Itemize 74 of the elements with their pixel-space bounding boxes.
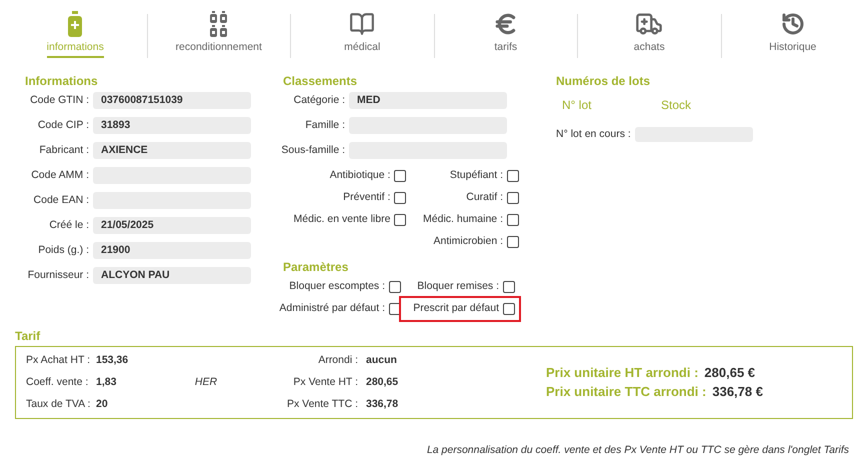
column-header: Stock: [661, 97, 692, 114]
tab[interactable]: tarifs: [492, 10, 519, 58]
field-value: 280,65: [366, 374, 398, 390]
field-label: Famille :: [304, 118, 346, 133]
field-label: N° lot en cours :: [556, 127, 632, 142]
field-value: 336,78: [366, 396, 398, 412]
field-label: Code GTIN :: [29, 92, 90, 108]
field-label: Coeff. vente :: [26, 374, 90, 390]
input-field[interactable]: 21/05/2025: [93, 217, 251, 234]
field-label: Code AMM :: [30, 168, 90, 183]
section-title: Numéros de lots: [556, 73, 652, 88]
field-label: Taux de TVA :: [26, 396, 92, 412]
checkbox[interactable]: [503, 303, 515, 315]
bottle-icon: [67, 11, 84, 37]
input-field[interactable]: AXIENCE: [93, 142, 251, 159]
tab[interactable]: Historique: [769, 10, 816, 58]
checkbox-label: Bloquer escomptes :: [289, 279, 385, 294]
checkbox-label: Administré par défaut :: [279, 301, 385, 316]
total-label: Prix unitaire HT arrondi :: [546, 364, 700, 382]
tab[interactable]: reconditionnement: [176, 10, 262, 58]
coefficient-note: HER: [194, 374, 218, 390]
checkbox-label: Préventif :: [343, 190, 390, 206]
checkbox-label: Bloquer remises :: [417, 279, 499, 294]
field-value: aucun: [366, 352, 397, 368]
tab[interactable]: achats: [634, 10, 665, 58]
checkbox[interactable]: [507, 214, 519, 226]
input-field[interactable]: MED: [349, 92, 507, 109]
section-title: Paramètres: [283, 259, 350, 274]
checkbox[interactable]: [394, 214, 406, 226]
total-value: 280,65 €: [704, 364, 756, 382]
field-label: Poids (g.) :: [37, 242, 90, 258]
input-field[interactable]: 21900: [93, 242, 251, 259]
input-field[interactable]: ALCYON PAU: [93, 267, 251, 284]
total-value: 336,78 €: [712, 383, 763, 402]
tab[interactable]: médical: [344, 10, 380, 58]
field-label: Px Vente HT :: [292, 374, 359, 390]
checkbox[interactable]: [507, 170, 519, 182]
checkbox-label: Antimicrobien :: [434, 234, 503, 250]
field-label: Catégorie :: [292, 92, 346, 108]
field-label: Fournisseur :: [26, 268, 90, 283]
input-field[interactable]: 31893: [93, 117, 251, 134]
history-icon: [780, 12, 805, 36]
field-label: Code CIP :: [36, 118, 90, 133]
checkbox-label: Médic. humaine :: [423, 212, 503, 228]
field-label: Code EAN :: [32, 192, 90, 208]
checkbox[interactable]: [507, 236, 519, 248]
total-label: Prix unitaire TTC arrondi :: [546, 383, 708, 402]
checkbox[interactable]: [394, 170, 406, 182]
field-value: 20: [96, 396, 109, 412]
checkbox-label: Curatif :: [466, 190, 503, 206]
field-label: Créé le :: [48, 218, 90, 233]
field-label: Sous-famille :: [280, 142, 346, 158]
footer-note: La personnalisation du coeff. vente et des Px Vente HT ou TTC se gère dans l'onglet Tarifs: [426, 443, 849, 458]
checkbox-label: Prescrit par défaut: [413, 301, 499, 316]
section-title: Tarif: [15, 330, 42, 343]
bottles-icon: [210, 11, 228, 37]
checkbox[interactable]: [503, 281, 515, 293]
section-title: Classements: [283, 73, 358, 88]
checkbox[interactable]: [394, 192, 406, 204]
field-label: Fabricant :: [38, 142, 90, 158]
input-field[interactable]: 03760087151039: [93, 92, 251, 109]
field-value: 1,83: [96, 374, 118, 390]
column-header: N° lot: [562, 97, 592, 114]
checkbox[interactable]: [507, 192, 519, 204]
checkbox[interactable]: [389, 281, 401, 293]
field-value: 153,36: [96, 352, 130, 368]
section-title: Informations: [25, 73, 99, 88]
field-label: Px Vente TTC :: [286, 396, 359, 412]
field-label: Arrondi :: [317, 352, 359, 368]
field-label: Px Achat HT :: [26, 352, 91, 368]
book-icon: [349, 11, 376, 37]
checkbox-label: Antibiotique :: [330, 168, 390, 184]
checkbox-label: Médic. en vente libre: [294, 212, 390, 228]
checkbox-label: Stupéfiant :: [450, 168, 503, 184]
